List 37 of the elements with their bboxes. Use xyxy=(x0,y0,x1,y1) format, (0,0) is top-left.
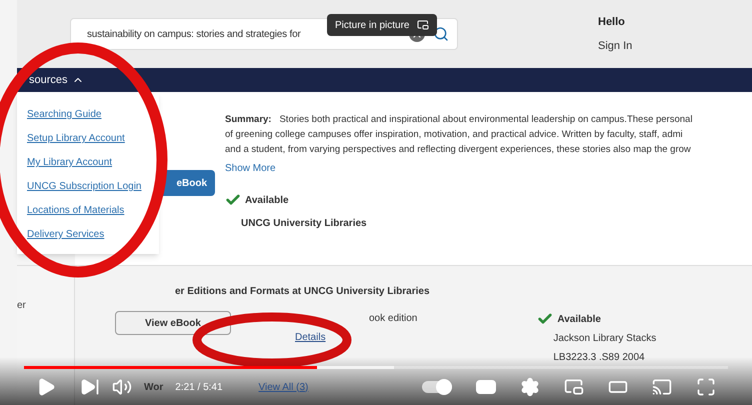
sidebar-text: er xyxy=(17,300,26,311)
editions-heading: er Editions and Formats at UNCG University Libraries xyxy=(174,285,431,299)
menu-item[interactable]: Setup Library Account xyxy=(27,131,125,146)
summary-label: Summary: xyxy=(225,114,272,125)
sign-in-link[interactable]: Sign In xyxy=(598,38,632,54)
miniplayer-icon[interactable] xyxy=(564,377,584,397)
worldwide-heading: Wor xyxy=(144,380,164,394)
next-icon[interactable] xyxy=(80,377,100,397)
availability-text: Available xyxy=(245,194,289,208)
edition-text: ook edition xyxy=(368,312,418,326)
autoplay-toggle[interactable] xyxy=(422,381,452,393)
time-text: 2:21 / 5:41 xyxy=(175,380,223,394)
settings-icon[interactable] xyxy=(520,377,540,397)
summary-text: Summary: Stories both practical and inspirational about environmental leadership on campus.These personal xyxy=(225,113,694,127)
cast-icon[interactable] xyxy=(652,377,672,397)
show-more-link[interactable]: Show More xyxy=(225,161,276,176)
resources-menu[interactable]: sources xyxy=(29,72,84,88)
pip-icon xyxy=(417,19,430,31)
summary-text: of greening college campuses offer inspiration, motivation, and practical advice. Written by faculty, staff, admi xyxy=(225,128,684,142)
menu-item[interactable]: Searching Guide xyxy=(27,107,102,122)
menu-item[interactable]: Locations of Materials xyxy=(27,203,124,218)
menu-item[interactable]: Delivery Services xyxy=(27,227,104,242)
availability-text: Available xyxy=(557,312,601,326)
summary-text: and a student, from varying perspectives and reflecting divergent experiences, these stories also map the grow xyxy=(225,143,692,157)
progress-track[interactable] xyxy=(24,366,728,369)
library-text: UNCG University Libraries xyxy=(240,217,368,231)
menu-item[interactable]: My Library Account xyxy=(27,155,112,170)
volume-icon[interactable] xyxy=(112,377,132,397)
search-icon[interactable] xyxy=(433,26,449,42)
menu-item[interactable]: UNCG Subscription Login xyxy=(27,179,142,194)
search-text: sustainability on campus: stories and strategies for xyxy=(86,28,302,42)
tooltip: Picture in picture xyxy=(327,14,438,36)
location-text: Jackson Library Stacks xyxy=(552,332,656,346)
fullscreen-icon[interactable] xyxy=(696,377,716,397)
call-number-text: LB3223.3 .S89 2004 xyxy=(552,351,646,365)
details-link[interactable]: Details xyxy=(269,330,326,345)
greeting-text: Hello xyxy=(598,14,626,30)
